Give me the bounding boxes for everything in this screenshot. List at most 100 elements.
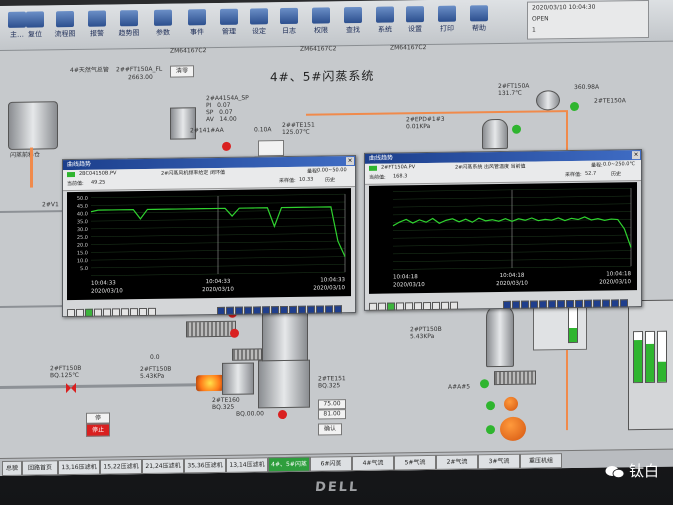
nav-button[interactable] xyxy=(503,300,512,309)
nav-button[interactable] xyxy=(307,305,316,314)
nav-button[interactable] xyxy=(298,305,307,314)
control-button[interactable] xyxy=(139,307,147,316)
control-button[interactable] xyxy=(121,307,129,316)
tag-filter-pressure: 2#PT150B 5.43KPa xyxy=(410,325,442,341)
control-button[interactable] xyxy=(76,308,84,317)
toolbar-button[interactable]: 查找 xyxy=(338,6,368,41)
motor-status-icon[interactable] xyxy=(222,141,231,151)
nav-button[interactable] xyxy=(334,304,343,313)
nav-button[interactable] xyxy=(217,306,226,315)
control-button[interactable] xyxy=(67,308,75,317)
nav-button[interactable] xyxy=(566,299,575,308)
nav-button[interactable] xyxy=(280,305,289,314)
setpoint-field[interactable]: 75.00 xyxy=(318,399,346,410)
toolbar-button[interactable]: 帮助 xyxy=(464,5,494,39)
tab-filter-13-14[interactable]: 13,14压滤机 xyxy=(226,457,268,473)
confirm-button[interactable]: 确认 xyxy=(318,423,342,436)
control-button[interactable] xyxy=(387,301,395,311)
tab-airflow-3[interactable]: 3#气流 xyxy=(478,453,520,470)
nav-button[interactable] xyxy=(226,306,235,315)
tab-airflow-5[interactable]: 5#气流 xyxy=(394,454,436,471)
motor-status-icon[interactable] xyxy=(230,328,239,338)
toolbar-button[interactable]: 事件 xyxy=(182,9,212,43)
tab-filter-13-16[interactable]: 13,16压滤机 xyxy=(58,459,100,476)
tab-loop-home[interactable]: 回路首页 xyxy=(22,460,58,476)
tab-filter-15-22[interactable]: 15,22压滤机 xyxy=(100,459,142,475)
blower-running-icon[interactable] xyxy=(486,425,495,435)
help-icon xyxy=(470,5,488,22)
control-button[interactable] xyxy=(423,301,431,310)
nav-button[interactable] xyxy=(530,299,539,309)
log-icon xyxy=(280,7,298,25)
tab-filter-21-24[interactable]: 21,24压滤机 xyxy=(142,458,184,475)
nav-button[interactable] xyxy=(611,298,620,307)
control-button[interactable] xyxy=(432,301,440,310)
clear-button[interactable]: 清零 xyxy=(170,65,194,78)
control-button[interactable] xyxy=(378,302,386,311)
screw-running-icon[interactable] xyxy=(480,379,489,389)
valve-running-icon[interactable] xyxy=(512,124,521,134)
nav-button[interactable] xyxy=(602,298,611,308)
toolbar-button[interactable]: 流程图 xyxy=(50,10,80,45)
toolbar-button[interactable]: 报警 xyxy=(82,10,112,44)
nav-button[interactable] xyxy=(593,299,602,308)
close-icon[interactable]: × xyxy=(632,151,640,160)
valve-running-icon[interactable] xyxy=(486,401,495,411)
toolbar-button[interactable]: 趋势图 xyxy=(114,10,144,44)
nav-button[interactable] xyxy=(521,300,530,309)
control-button[interactable] xyxy=(396,301,404,310)
nav-button[interactable] xyxy=(325,304,334,313)
control-button[interactable] xyxy=(130,307,138,316)
motor-status-icon[interactable] xyxy=(278,409,287,420)
control-button[interactable] xyxy=(369,302,377,311)
nav-button[interactable] xyxy=(262,305,271,314)
toolbar-button[interactable]: 权限 xyxy=(306,7,336,41)
toolbar-button[interactable]: 打印 xyxy=(432,5,462,40)
toolbar-button[interactable]: 日志 xyxy=(274,7,304,42)
toolbar-button[interactable]: 设置 xyxy=(400,6,430,40)
nav-button[interactable] xyxy=(584,299,593,308)
tab-flash-6[interactable]: 6#闪蒸 xyxy=(310,456,352,472)
setpoint-field[interactable]: 81.00 xyxy=(318,409,346,420)
nav-button[interactable] xyxy=(539,299,548,308)
close-icon[interactable]: × xyxy=(346,157,354,166)
toolbar-button[interactable]: 参数 xyxy=(148,9,178,44)
nav-button[interactable] xyxy=(235,306,244,315)
tab-airflow-4[interactable]: 4#气流 xyxy=(352,455,394,472)
nav-button[interactable] xyxy=(575,299,584,308)
tab-flash-4-5[interactable]: 4#、5#闪蒸 xyxy=(268,456,310,473)
control-button[interactable] xyxy=(103,307,111,317)
trend-desc: 2#闪蒸系统 出风管温度 当前值 xyxy=(455,163,526,171)
nav-button[interactable] xyxy=(512,300,521,309)
fan-running-icon[interactable] xyxy=(570,101,579,112)
control-button[interactable] xyxy=(112,307,120,316)
tab-airflow-2[interactable]: 2#气流 xyxy=(436,454,478,470)
nav-button[interactable] xyxy=(557,299,566,308)
tab-overview[interactable]: 总貌 xyxy=(2,460,22,476)
trend-chart-1[interactable]: 50.0 45.0 40.0 35.0 30.0 25.0 20.0 15.0 10.0 5.0 1… xyxy=(67,188,351,301)
tab-press-unit[interactable]: 重压机组 xyxy=(520,453,562,469)
discharge-screw xyxy=(494,370,536,386)
stop-button[interactable]: 停止 xyxy=(86,423,110,437)
trend-chart-2[interactable]: 10:04:18 2020/03/10 10:04:18 2020/03/10 10:0… xyxy=(369,182,637,294)
toolbar-button[interactable]: 管理 xyxy=(214,8,244,43)
control-button[interactable] xyxy=(414,301,422,310)
nav-button[interactable] xyxy=(620,298,629,307)
control-button[interactable] xyxy=(148,307,156,316)
control-button[interactable] xyxy=(94,308,102,317)
nav-button[interactable] xyxy=(316,304,325,314)
tag-aa5: A#A#5 xyxy=(448,383,471,391)
control-button[interactable] xyxy=(85,308,93,317)
nav-button[interactable] xyxy=(548,299,557,308)
control-button[interactable] xyxy=(441,301,449,310)
nav-button[interactable] xyxy=(289,305,298,314)
nav-button[interactable] xyxy=(244,305,253,315)
toolbar-button[interactable]: 系统 xyxy=(370,6,400,40)
toolbar-button[interactable]: 设定 xyxy=(244,8,274,42)
tab-filter-35-36[interactable]: 35,36压滤机 xyxy=(184,457,226,474)
nav-button[interactable] xyxy=(253,305,262,314)
nav-button[interactable] xyxy=(271,305,280,314)
toolbar-button[interactable]: 复位 xyxy=(20,11,50,45)
control-button[interactable] xyxy=(450,301,458,310)
control-button[interactable] xyxy=(405,301,413,310)
